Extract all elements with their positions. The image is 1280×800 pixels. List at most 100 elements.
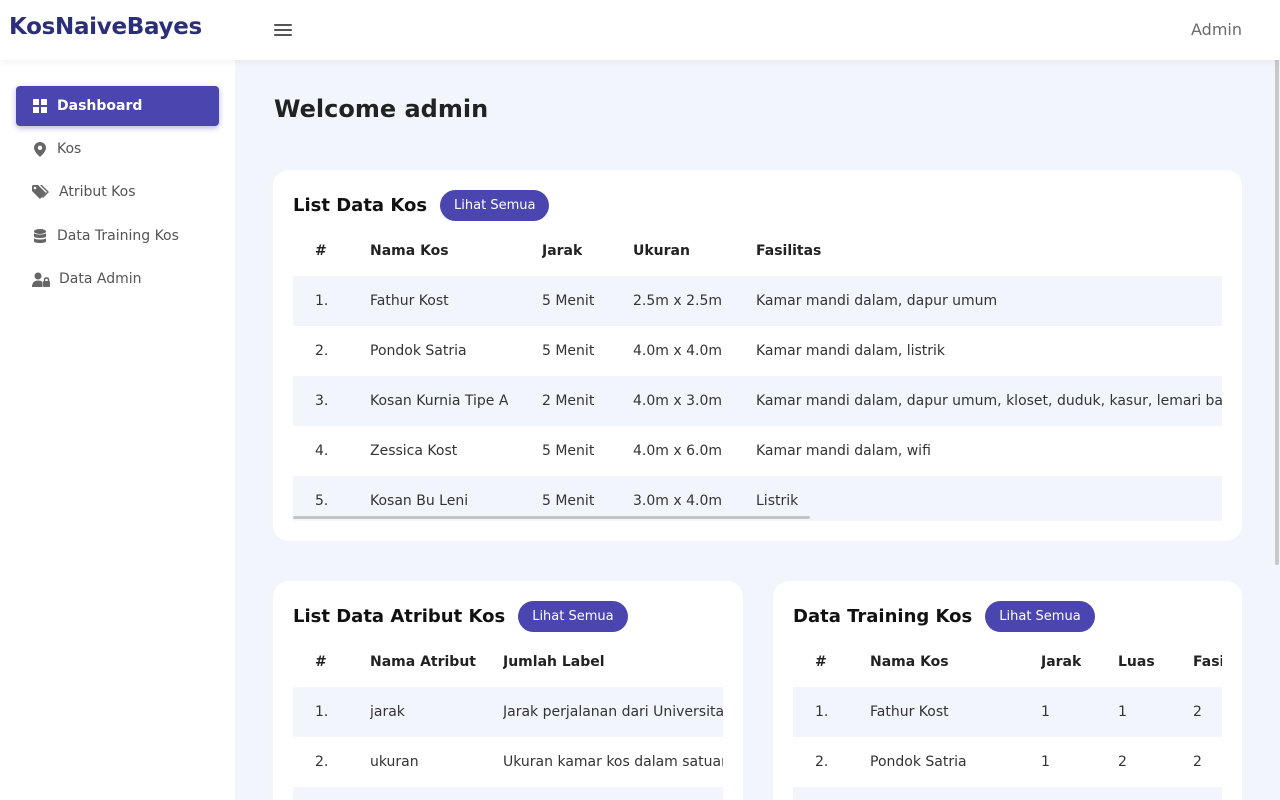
sidebar-item-data-training-kos[interactable]: Data Training Kos bbox=[16, 216, 219, 256]
user-menu[interactable]: Admin bbox=[1191, 20, 1242, 39]
view-all-button[interactable]: Lihat Semua bbox=[985, 601, 1095, 632]
attribute-name: jarak bbox=[370, 704, 405, 720]
sidebar: Dashboard Kos Atribut Kos Data Training … bbox=[0, 60, 235, 800]
kos-distance: 5 Menit bbox=[542, 293, 595, 309]
kos-distance: 5 Menit bbox=[542, 493, 595, 509]
attribute-name: ukuran bbox=[370, 754, 419, 770]
sidebar-item-label: Dashboard bbox=[57, 98, 143, 114]
table-row[interactable]: 2. Pondok Satria 5 Menit 4.0m x 4.0m Kam… bbox=[293, 326, 1222, 376]
row-number: 2. bbox=[315, 754, 329, 770]
hamburger-menu-icon[interactable] bbox=[274, 24, 292, 38]
kos-facilities: Kamar mandi dalam, dapur umum bbox=[756, 293, 998, 309]
row-number: 2. bbox=[815, 754, 829, 770]
column-header: # bbox=[815, 654, 827, 670]
view-all-button[interactable]: Lihat Semua bbox=[440, 190, 550, 221]
facility-value: 2 bbox=[1193, 754, 1202, 770]
column-header: Nama Atribut bbox=[370, 654, 476, 670]
table-row[interactable]: 1. Fathur Kost 1 1 2 bbox=[793, 687, 1222, 737]
horizontal-scrollbar[interactable] bbox=[293, 516, 810, 519]
sidebar-item-data-admin[interactable]: Data Admin bbox=[16, 259, 219, 299]
table-row[interactable] bbox=[793, 787, 1222, 800]
facility-value: 2 bbox=[1193, 704, 1202, 720]
sidebar-item-kos[interactable]: Kos bbox=[16, 129, 219, 169]
table-row[interactable]: 1. Fathur Kost 5 Menit 2.5m x 2.5m Kamar… bbox=[293, 276, 1222, 326]
kos-size: 2.5m x 2.5m bbox=[633, 293, 722, 309]
kos-name: Fathur Kost bbox=[870, 704, 949, 720]
attribute-label: Ukuran kamar kos dalam satuan luas bbox=[503, 754, 723, 770]
table-header: # Nama Kos Jarak Luas Fasilitas bbox=[793, 637, 1222, 687]
table-header: # Nama Kos Jarak Ukuran Fasilitas bbox=[293, 226, 1222, 276]
column-header: Fasilitas bbox=[756, 243, 822, 259]
table-row[interactable]: 2. Pondok Satria 1 2 2 bbox=[793, 737, 1222, 787]
kos-facilities: Kamar mandi dalam, listrik bbox=[756, 343, 946, 359]
sidebar-item-dashboard[interactable]: Dashboard bbox=[16, 86, 219, 126]
kos-facilities: Listrik bbox=[756, 493, 799, 509]
column-header: Nama Kos bbox=[870, 654, 949, 670]
kos-distance: 5 Menit bbox=[542, 343, 595, 359]
row-number: 1. bbox=[815, 704, 829, 720]
row-number: 2. bbox=[315, 343, 329, 359]
kos-name: Fathur Kost bbox=[370, 293, 449, 309]
table-row[interactable]: 4. Zessica Kost 5 Menit 4.0m x 6.0m Kama… bbox=[293, 426, 1222, 476]
row-number: 3. bbox=[315, 393, 329, 409]
sidebar-item-label: Atribut Kos bbox=[59, 184, 136, 200]
row-number: 1. bbox=[315, 704, 329, 720]
atribut-list-card: List Data Atribut Kos Lihat Semua # Nama… bbox=[273, 581, 743, 800]
kos-name: Kosan Bu Leni bbox=[370, 493, 469, 509]
kos-list-card: List Data Kos Lihat Semua # Nama Kos Jar… bbox=[273, 170, 1242, 541]
kos-size: 4.0m x 3.0m bbox=[633, 393, 722, 409]
card-title: List Data Kos bbox=[293, 195, 428, 216]
card-title: Data Training Kos bbox=[793, 606, 973, 627]
kos-facilities: Kamar mandi dalam, wifi bbox=[756, 443, 931, 459]
column-header: Luas bbox=[1118, 654, 1155, 670]
table-row[interactable]: 2. ukuran Ukuran kamar kos dalam satuan … bbox=[293, 737, 723, 787]
sidebar-item-atribut-kos[interactable]: Atribut Kos bbox=[16, 172, 219, 212]
view-all-button[interactable]: Lihat Semua bbox=[518, 601, 628, 632]
map-marker-icon bbox=[32, 141, 48, 157]
kos-facilities: Kamar mandi dalam, dapur umum, kloset, d… bbox=[756, 393, 1222, 409]
row-number: 1. bbox=[315, 293, 329, 309]
kos-distance: 5 Menit bbox=[542, 443, 595, 459]
brand-logo[interactable]: KosNaiveBayes bbox=[9, 14, 202, 40]
row-number: 5. bbox=[315, 493, 329, 509]
dashboard-icon bbox=[32, 98, 48, 114]
table-row[interactable]: 5. Kosan Bu Leni 5 Menit 3.0m x 4.0m Lis… bbox=[293, 476, 1222, 521]
kos-size: 4.0m x 4.0m bbox=[633, 343, 722, 359]
column-header: # bbox=[315, 654, 327, 670]
row-number: 4. bbox=[315, 443, 329, 459]
kos-size: 3.0m x 4.0m bbox=[633, 493, 722, 509]
column-header: Ukuran bbox=[633, 243, 690, 259]
column-header: Jarak bbox=[542, 243, 583, 259]
sidebar-item-label: Data Admin bbox=[59, 271, 142, 287]
page-scrollbar[interactable] bbox=[1275, 0, 1279, 565]
area-value: 2 bbox=[1118, 754, 1127, 770]
database-icon bbox=[32, 228, 48, 244]
kos-name: Pondok Satria bbox=[370, 343, 467, 359]
table-row[interactable]: 3. Kosan Kurnia Tipe A 2 Menit 4.0m x 3.… bbox=[293, 376, 1222, 426]
tags-icon bbox=[32, 184, 50, 200]
training-list-card: Data Training Kos Lihat Semua # Nama Kos… bbox=[773, 581, 1242, 800]
column-header: Jarak bbox=[1041, 654, 1082, 670]
user-lock-icon bbox=[32, 271, 50, 287]
distance-value: 1 bbox=[1041, 754, 1050, 770]
sidebar-item-label: Kos bbox=[57, 141, 82, 157]
table-header: # Nama Atribut Jumlah Label bbox=[293, 637, 723, 687]
column-header: Nama Kos bbox=[370, 243, 449, 259]
table-row[interactable] bbox=[293, 787, 723, 800]
kos-table: # Nama Kos Jarak Ukuran Fasilitas 1. Fat… bbox=[293, 226, 1222, 521]
kos-distance: 2 Menit bbox=[542, 393, 595, 409]
column-header: # bbox=[315, 243, 327, 259]
attribute-label: Jarak perjalanan dari Universitas ke bbox=[503, 704, 723, 720]
top-navbar: KosNaiveBayes Admin bbox=[0, 0, 1280, 60]
column-header: Jumlah Label bbox=[503, 654, 605, 670]
sidebar-item-label: Data Training Kos bbox=[57, 228, 179, 244]
training-table: # Nama Kos Jarak Luas Fasilitas 1. Fathu… bbox=[793, 637, 1222, 800]
table-row[interactable]: 1. jarak Jarak perjalanan dari Universit… bbox=[293, 687, 723, 737]
kos-name: Pondok Satria bbox=[870, 754, 967, 770]
kos-size: 4.0m x 6.0m bbox=[633, 443, 722, 459]
page-title: Welcome admin bbox=[274, 95, 489, 123]
area-value: 1 bbox=[1118, 704, 1127, 720]
card-title: List Data Atribut Kos bbox=[293, 606, 506, 627]
distance-value: 1 bbox=[1041, 704, 1050, 720]
atribut-table: # Nama Atribut Jumlah Label 1. jarak Jar… bbox=[293, 637, 723, 800]
